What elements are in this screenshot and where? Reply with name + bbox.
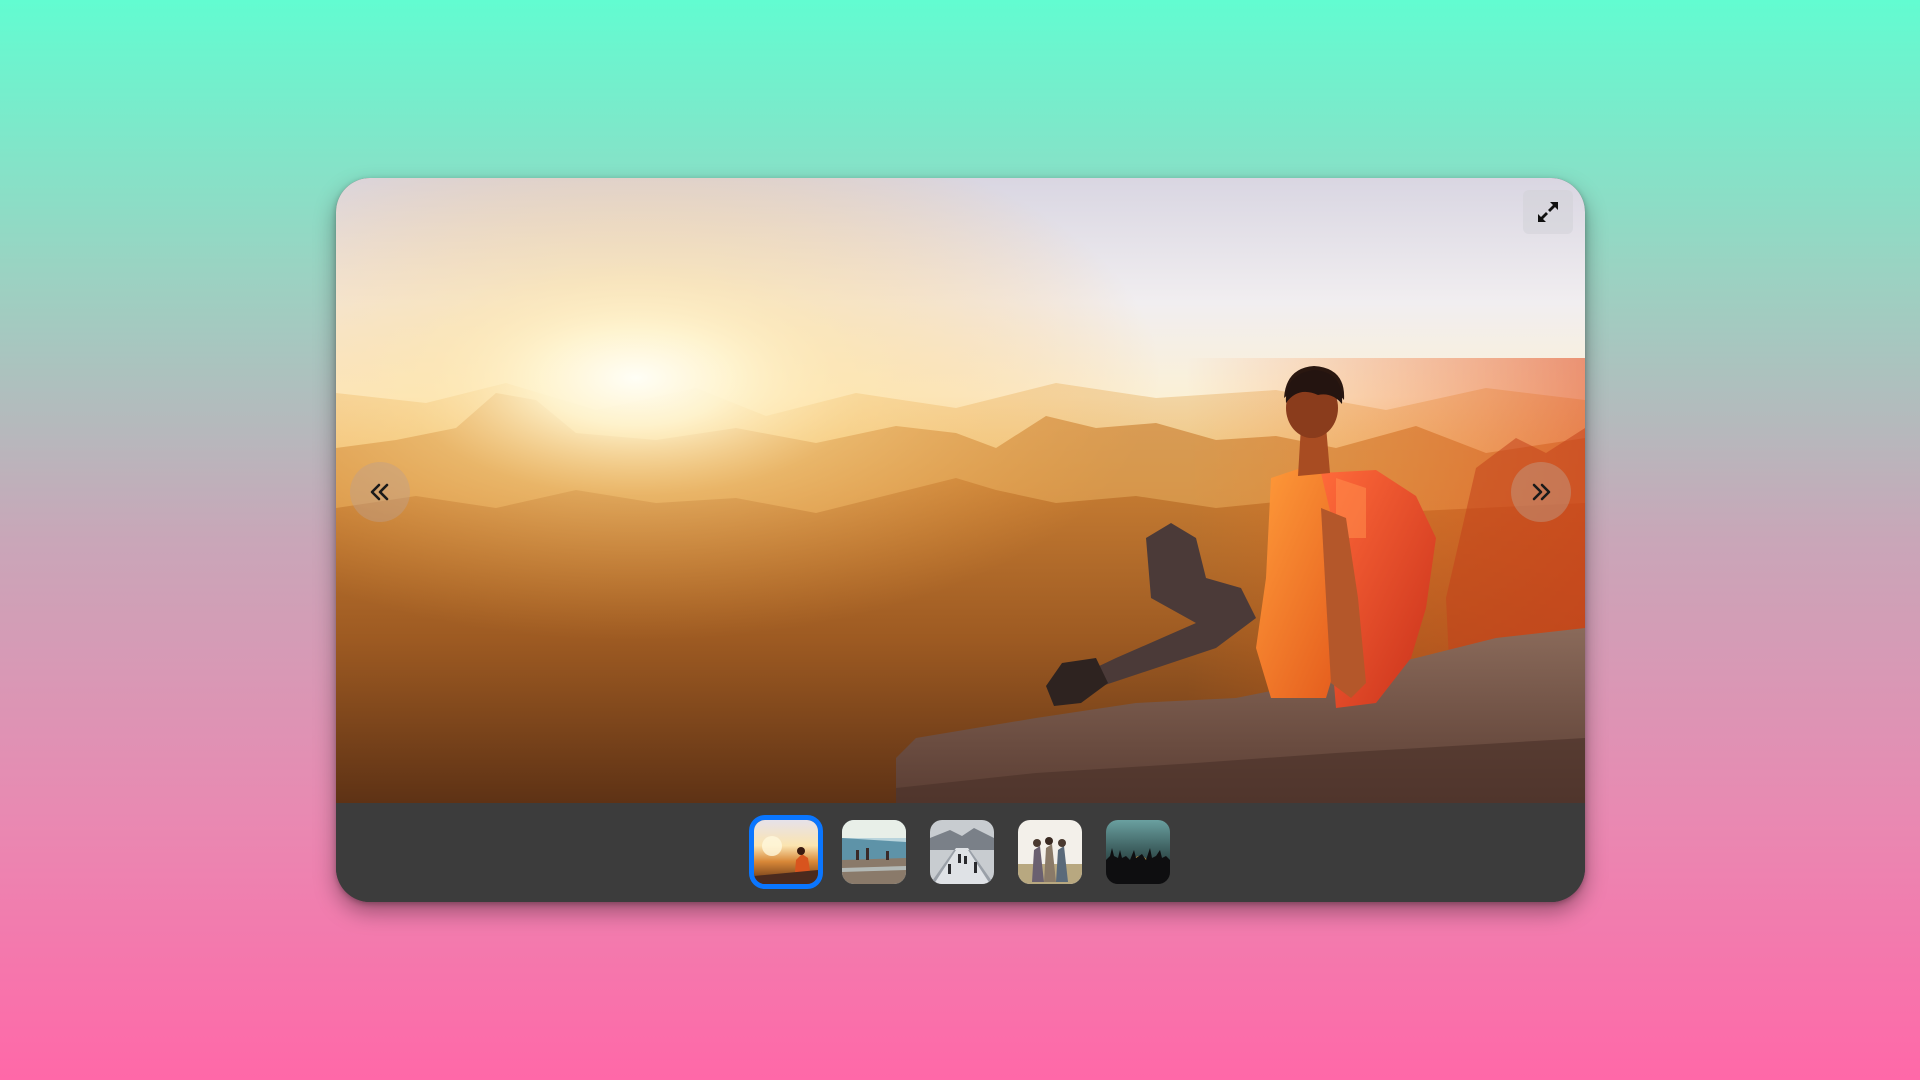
main-image-sunset-hiker [336,178,1585,803]
thumbnail-bridge-walkers[interactable] [930,820,994,884]
fullscreen-button[interactable] [1523,190,1573,234]
next-slide-button[interactable] [1511,462,1571,522]
thumbnail-lake-people[interactable] [842,820,906,884]
thumbnail-friends-group[interactable] [1018,820,1082,884]
chevrons-left-icon [370,483,389,501]
thumbnail-concert-crowd[interactable] [1106,820,1170,884]
expand-icon [1538,202,1558,222]
previous-slide-button[interactable] [350,462,410,522]
chevrons-right-icon [1532,483,1551,501]
thumbnail-strip [336,803,1585,902]
main-image-viewport [336,178,1585,803]
image-gallery [336,178,1585,902]
thumbnail-sunset-hiker[interactable] [749,815,823,889]
